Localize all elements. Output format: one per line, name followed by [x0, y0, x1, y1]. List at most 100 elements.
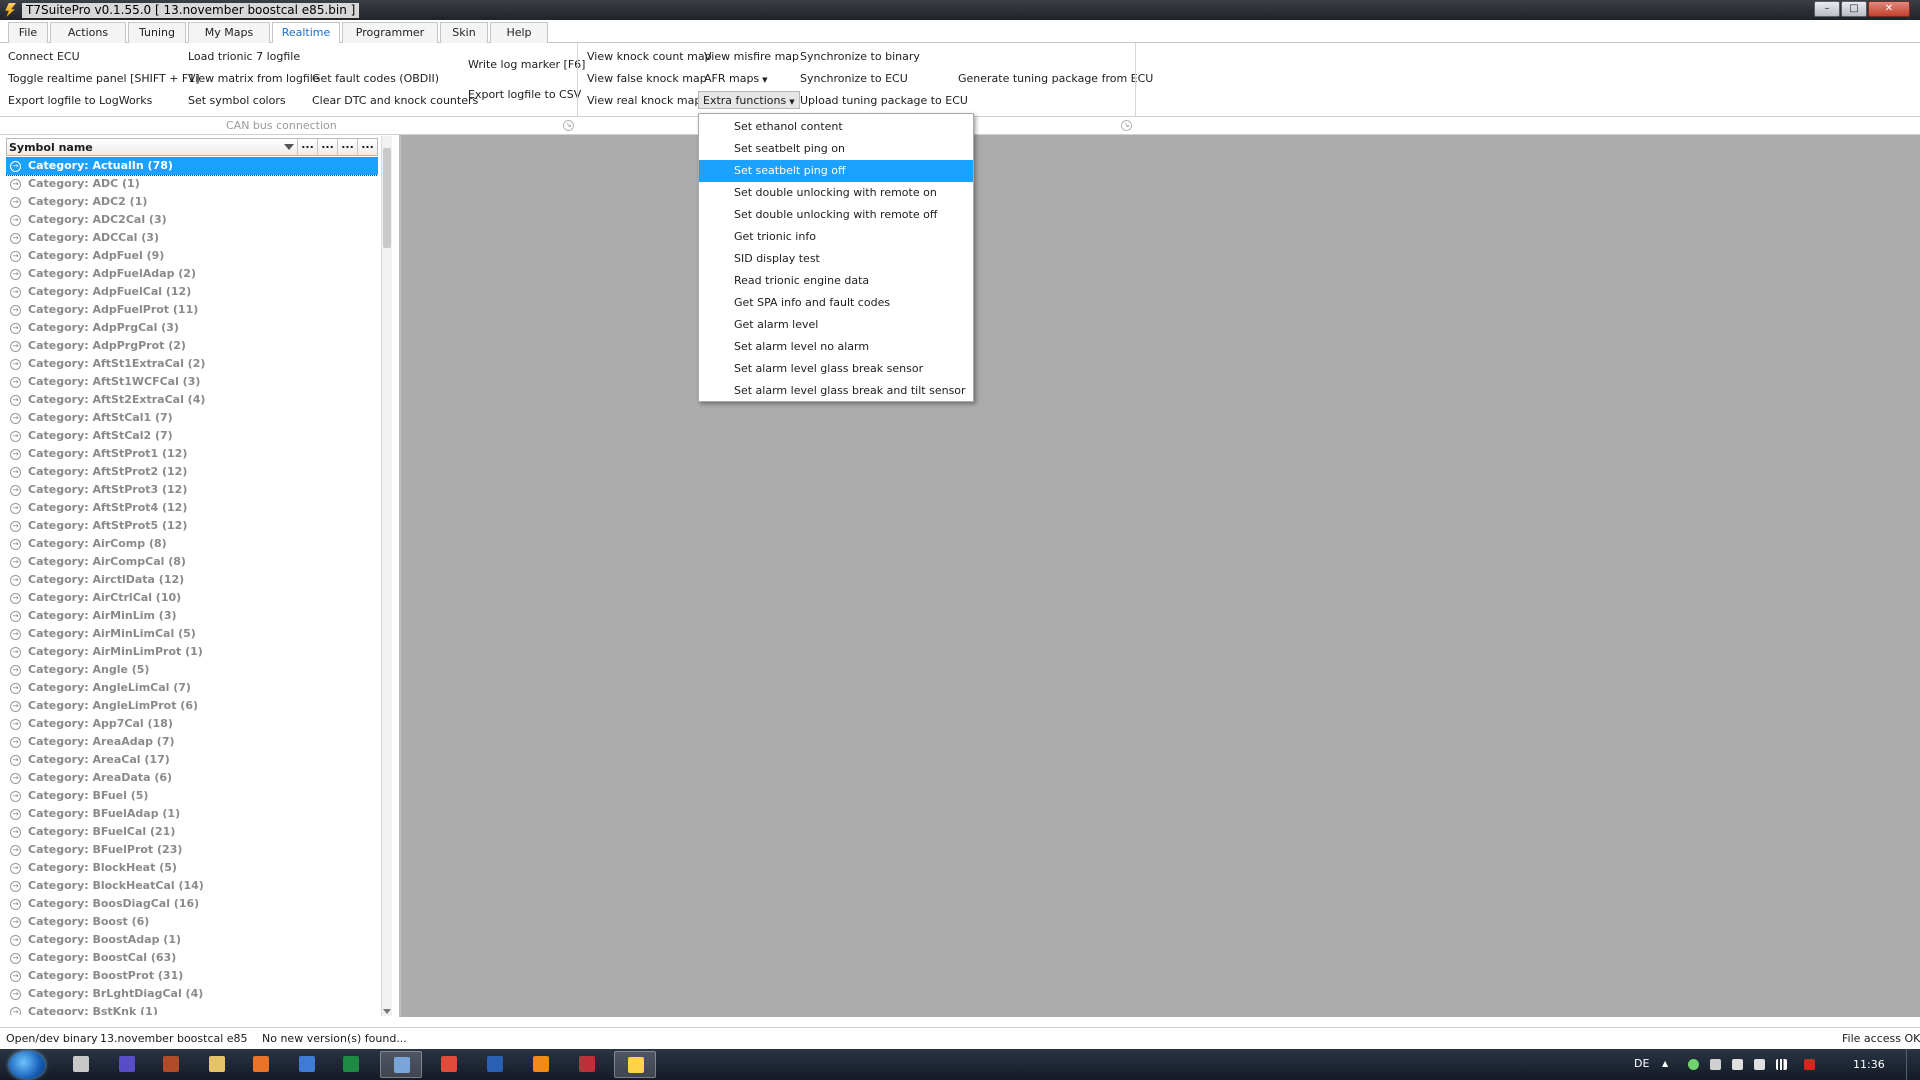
scrollbar-thumb[interactable] — [383, 148, 391, 248]
taskbar-button[interactable] — [196, 1051, 238, 1078]
maximize-button[interactable]: □ — [1841, 1, 1867, 17]
symbol-category-row[interactable]: → Category: AftSt1WCFCal (3) — [6, 373, 378, 391]
set-symbol-colors-button[interactable]: Set symbol colors — [186, 92, 288, 110]
expand-icon[interactable]: → — [10, 683, 21, 694]
extra-functions-menu-item[interactable]: Set seatbelt ping off — [699, 160, 973, 182]
symbol-category-row[interactable]: → Category: BstKnk (1) — [6, 1003, 378, 1015]
symbol-category-row[interactable]: → Category: BrLghtDiagCal (4) — [6, 985, 378, 1003]
group-launcher-icon[interactable]: ↘ — [1121, 120, 1132, 131]
extra-functions-menu-item[interactable]: Get SPA info and fault codes — [699, 292, 973, 314]
symbol-category-row[interactable]: → Category: ActualIn (78) — [6, 157, 378, 176]
afr-maps-dropdown[interactable]: AFR maps ▼ — [702, 70, 770, 88]
write-log-marker-button[interactable]: Write log marker [F6] — [466, 56, 587, 74]
expand-icon[interactable]: → — [10, 971, 21, 982]
symbol-category-row[interactable]: → Category: AftStProt5 (12) — [6, 517, 378, 535]
symbol-category-row[interactable]: → Category: ADCCal (3) — [6, 229, 378, 247]
view-misfire-map-button[interactable]: View misfire map — [702, 48, 801, 66]
expand-icon[interactable]: → — [10, 557, 21, 568]
taskbar-button[interactable] — [106, 1051, 148, 1078]
expand-icon[interactable]: → — [10, 1007, 21, 1015]
expand-icon[interactable]: → — [10, 287, 21, 298]
symbol-category-row[interactable]: → Category: AdpFuelCal (12) — [6, 283, 378, 301]
symbol-category-row[interactable]: → Category: Boost (6) — [6, 913, 378, 931]
start-button[interactable] — [9, 1051, 45, 1079]
expand-icon[interactable]: → — [10, 791, 21, 802]
expand-icon[interactable]: → — [10, 701, 21, 712]
connect-ecu-button[interactable]: Connect ECU — [6, 48, 82, 66]
taskbar-button[interactable] — [60, 1051, 102, 1078]
symbol-category-row[interactable]: → Category: AftStProt2 (12) — [6, 463, 378, 481]
symbol-category-row[interactable]: → Category: ADC (1) — [6, 175, 378, 193]
tab-help[interactable]: Help — [490, 22, 548, 43]
expand-icon[interactable]: → — [10, 845, 21, 856]
symbol-category-row[interactable]: → Category: AirMinLim (3) — [6, 607, 378, 625]
symbol-category-row[interactable]: → Category: AdpFuelProt (11) — [6, 301, 378, 319]
expand-icon[interactable]: → — [10, 773, 21, 784]
taskbar-button[interactable] — [428, 1051, 470, 1078]
column-button[interactable]: ... — [297, 139, 317, 155]
taskbar-button[interactable] — [614, 1051, 656, 1078]
taskbar-button[interactable] — [240, 1051, 282, 1078]
group-launcher-icon[interactable]: ↘ — [563, 120, 574, 131]
signal-icon[interactable] — [1776, 1059, 1787, 1070]
symbol-category-row[interactable]: → Category: BFuelAdap (1) — [6, 805, 378, 823]
tab-actions[interactable]: Actions — [50, 22, 126, 43]
flag-icon[interactable] — [1710, 1059, 1721, 1070]
expand-icon[interactable]: → — [10, 899, 21, 910]
get-fault-codes-button[interactable]: Get fault codes (OBDII) — [310, 70, 441, 88]
expand-icon[interactable]: → — [10, 377, 21, 388]
symbol-category-row[interactable]: → Category: AirMinLimCal (5) — [6, 625, 378, 643]
view-matrix-button[interactable]: View matrix from logfile — [186, 70, 322, 88]
extra-functions-menu-item[interactable]: Get trionic info — [699, 226, 973, 248]
language-indicator[interactable]: DE — [1634, 1057, 1649, 1070]
expand-icon[interactable]: → — [10, 431, 21, 442]
column-button[interactable]: ... — [317, 139, 337, 155]
expand-icon[interactable]: → — [10, 737, 21, 748]
taskbar-button[interactable] — [150, 1051, 192, 1078]
filter-dropdown-icon[interactable] — [284, 144, 294, 150]
symbol-category-row[interactable]: → Category: BFuel (5) — [6, 787, 378, 805]
view-real-knock-map-button[interactable]: View real knock map — [585, 92, 703, 110]
expand-icon[interactable]: → — [10, 611, 21, 622]
tab-realtime[interactable]: Realtime — [272, 22, 340, 44]
symbol-category-row[interactable]: → Category: AftSt2ExtraCal (4) — [6, 391, 378, 409]
symbol-category-row[interactable]: → Category: BlockHeatCal (14) — [6, 877, 378, 895]
symbol-category-row[interactable]: → Category: AdpFuelAdap (2) — [6, 265, 378, 283]
expand-icon[interactable]: → — [10, 323, 21, 334]
extra-functions-menu-item[interactable]: Set double unlocking with remote on — [699, 182, 973, 204]
clock[interactable]: 11:36 — [1853, 1058, 1885, 1071]
symbol-category-row[interactable]: → Category: BoostCal (63) — [6, 949, 378, 967]
column-symbol-name[interactable]: Symbol name — [9, 141, 93, 154]
toggle-realtime-panel-button[interactable]: Toggle realtime panel [SHIFT + F1] — [6, 70, 202, 88]
export-csv-button[interactable]: Export logfile to CSV — [466, 86, 583, 104]
export-logworks-button[interactable]: Export logfile to LogWorks — [6, 92, 154, 110]
expand-icon[interactable]: → — [10, 989, 21, 1000]
expand-icon[interactable]: → — [10, 719, 21, 730]
show-desktop-button[interactable] — [1906, 1049, 1920, 1080]
tab-tuning[interactable]: Tuning — [128, 22, 186, 43]
tab-my-maps[interactable]: My Maps — [188, 22, 270, 43]
taskbar-button[interactable] — [330, 1051, 372, 1078]
symbol-category-row[interactable]: → Category: AftStProt4 (12) — [6, 499, 378, 517]
symbol-category-row[interactable]: → Category: AftStCal2 (7) — [6, 427, 378, 445]
expand-icon[interactable]: → — [10, 305, 21, 316]
symbol-category-row[interactable]: → Category: AirCtrlCal (10) — [6, 589, 378, 607]
symbol-category-row[interactable]: → Category: AftStProt3 (12) — [6, 481, 378, 499]
taskbar-button[interactable] — [566, 1051, 608, 1078]
symbol-category-row[interactable]: → Category: BFuelCal (21) — [6, 823, 378, 841]
expand-icon[interactable]: → — [10, 269, 21, 280]
taskbar-button[interactable] — [520, 1051, 562, 1078]
clear-dtc-button[interactable]: Clear DTC and knock counters — [310, 92, 480, 110]
expand-icon[interactable]: → — [10, 665, 21, 676]
symbol-category-row[interactable]: → Category: AngleLimProt (6) — [6, 697, 378, 715]
expand-icon[interactable]: → — [10, 629, 21, 640]
taskbar-button[interactable] — [286, 1051, 328, 1078]
expand-icon[interactable]: → — [10, 395, 21, 406]
symbol-category-row[interactable]: → Category: AirctlData (12) — [6, 571, 378, 589]
extra-functions-menu-item[interactable]: Set ethanol content — [699, 116, 973, 138]
expand-icon[interactable]: → — [10, 413, 21, 424]
expand-icon[interactable]: → — [10, 233, 21, 244]
expand-icon[interactable]: → — [10, 449, 21, 460]
symbol-category-row[interactable]: → Category: AftStProt1 (12) — [6, 445, 378, 463]
expand-icon[interactable]: → — [10, 485, 21, 496]
